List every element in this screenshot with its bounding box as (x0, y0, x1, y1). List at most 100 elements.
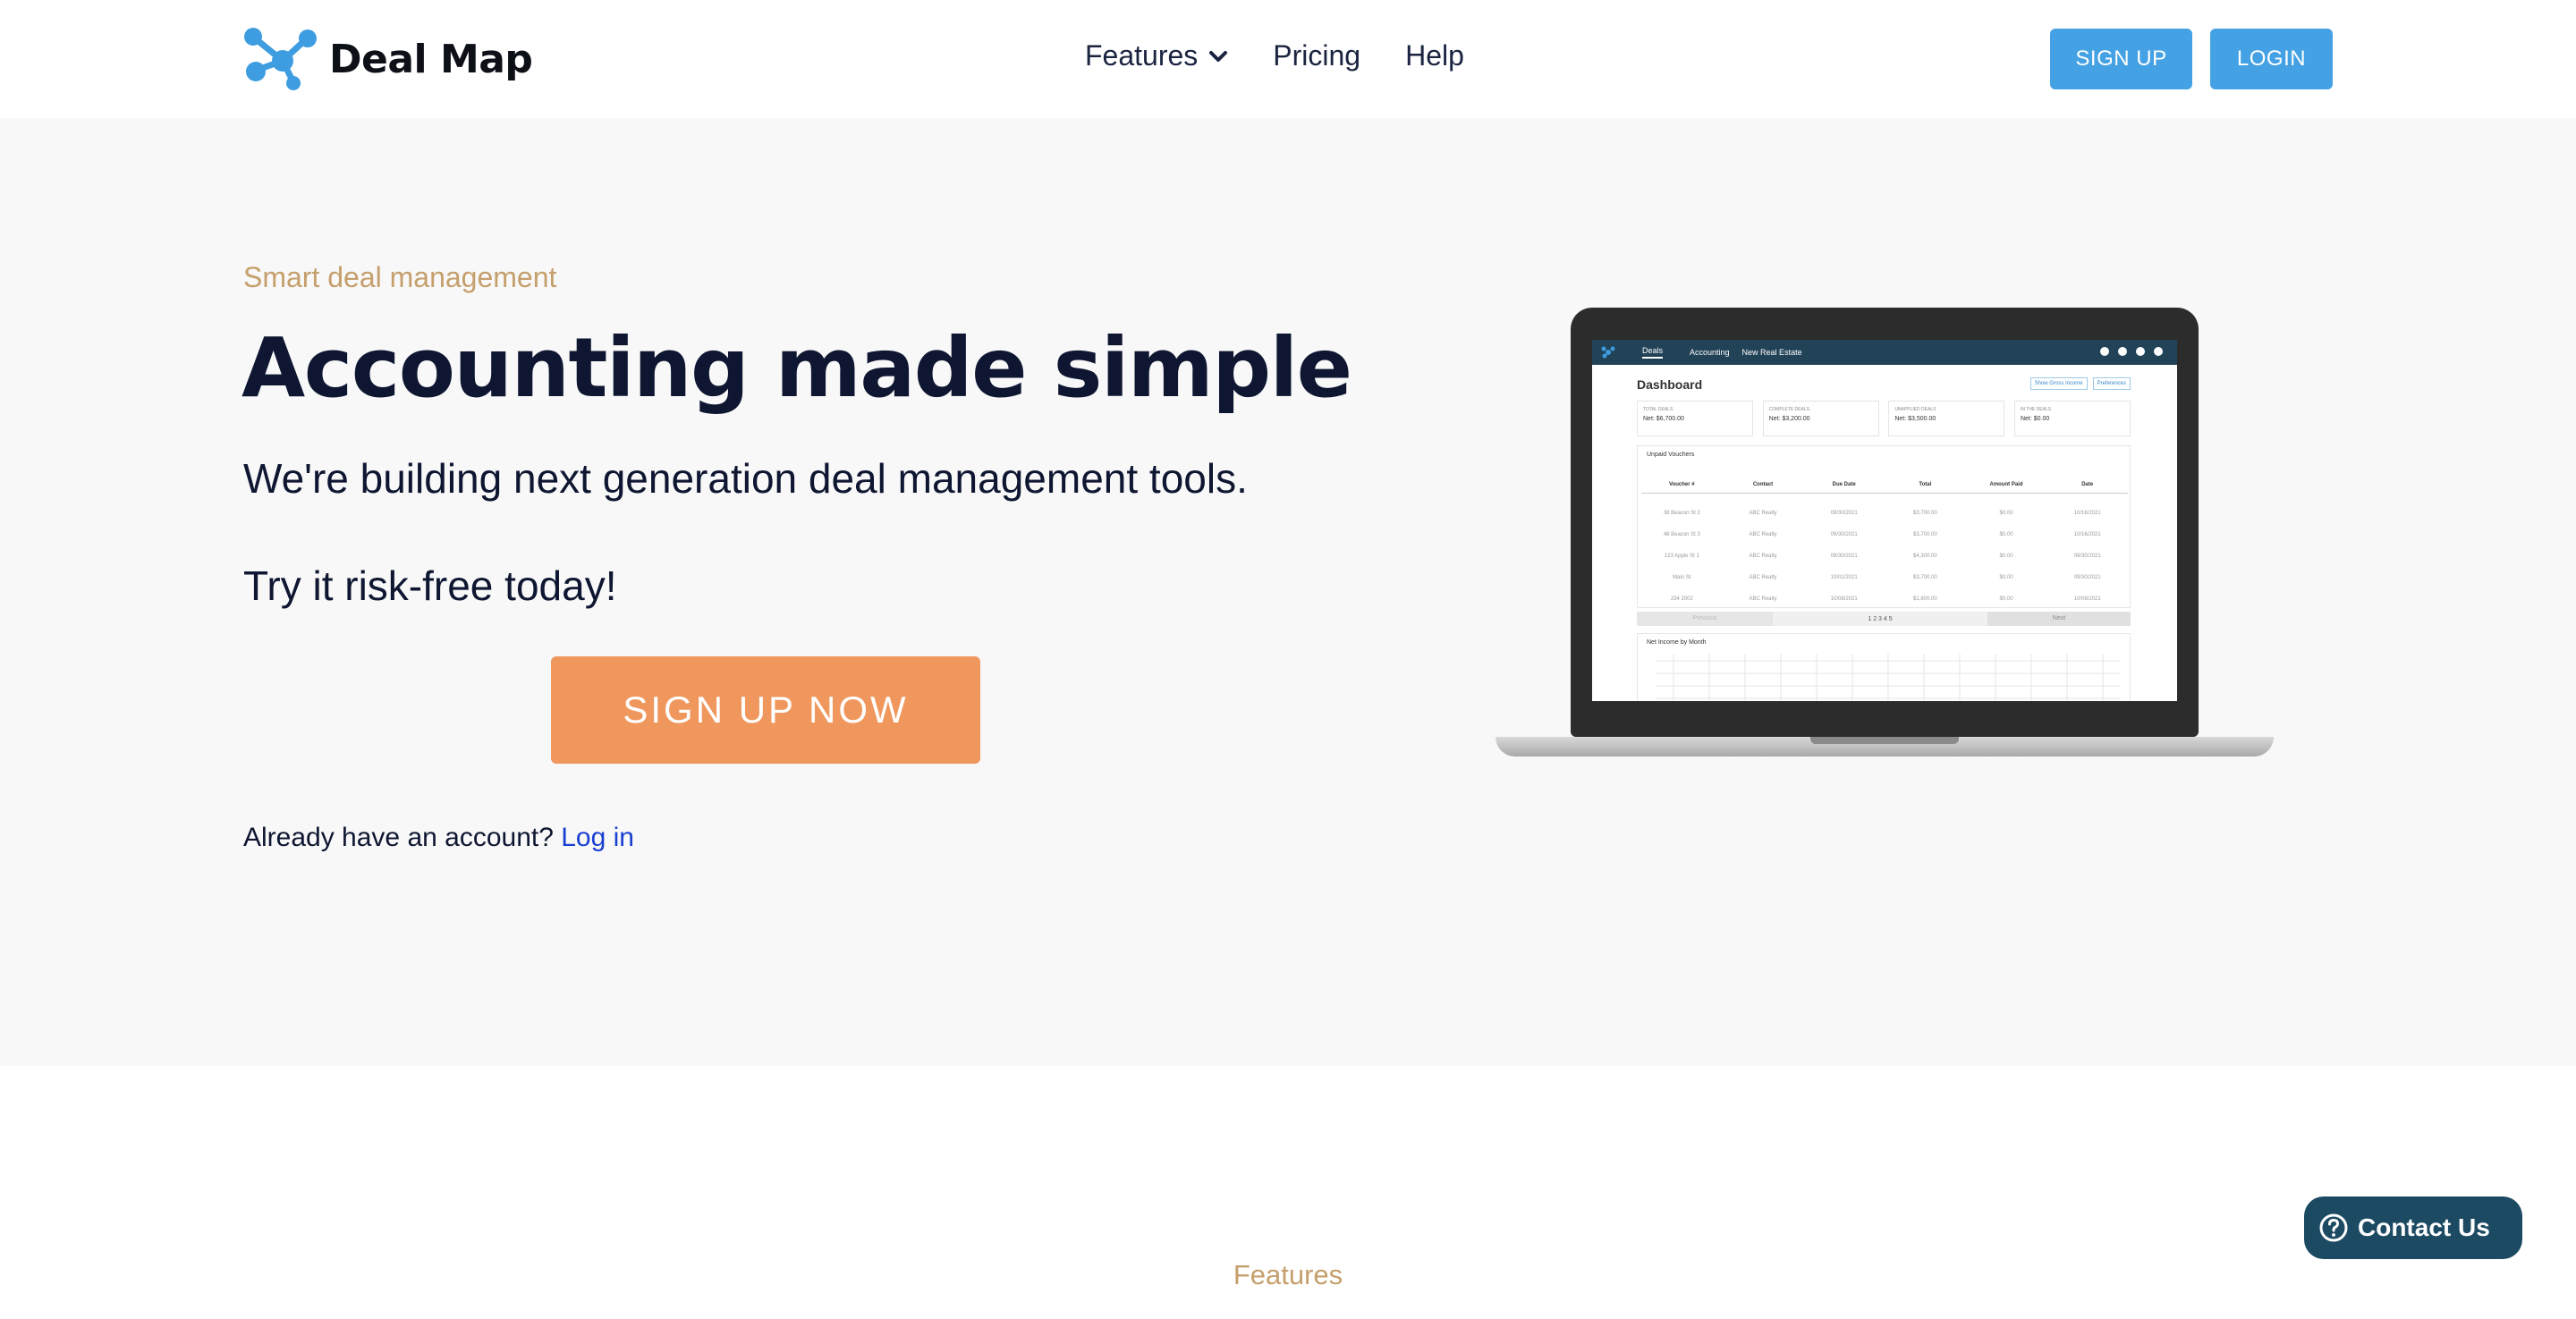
app-col-header: Amount Paid (1989, 482, 2023, 487)
signup-now-button[interactable]: SIGN UP NOW (551, 656, 980, 764)
app-header-buttons: Show Gross Income Preferences (2025, 377, 2131, 390)
table-cell: 38 Beacon St 2 (1663, 511, 1700, 516)
account-prompt: Already have an account? Log in (243, 823, 634, 853)
table-cell: ABC Realty (1749, 554, 1777, 559)
table-row: 123 Apple St 1 ABC Realty 09/30/2021 $4,… (1641, 554, 2128, 559)
table-cell: ABC Realty (1749, 532, 1777, 537)
app-kpi-label: COMPLETE DEALS (1768, 407, 1809, 412)
app-kpi-label: IN THE DEALS (2020, 407, 2052, 412)
app-pager-previous: Previous (1637, 612, 1773, 626)
brand[interactable]: Deal Map (242, 27, 533, 91)
app-tab-accounting: Accounting (1690, 348, 1730, 357)
app-vouchers-title: Unpaid Vouchers (1647, 452, 1695, 458)
table-cell: $0.00 (1999, 554, 2013, 559)
table-cell: 09/30/2021 (2073, 575, 2101, 580)
app-kpi-card: IN THE DEALS Net: $0.00 (2013, 401, 2131, 436)
table-cell: $0.00 (1999, 575, 2013, 580)
table-row: 48 Beacon St 3 ABC Realty 09/30/2021 $3,… (1641, 532, 2128, 537)
table-cell: 10/16/2021 (2073, 511, 2101, 516)
nav-help-label: Help (1405, 39, 1464, 72)
app-header-icons (2091, 347, 2163, 356)
app-kpi-value: Net: $0.00 (2020, 416, 2050, 422)
app-vouchers-header: Voucher # Contact Due Date Total Amount … (1641, 482, 2128, 494)
table-cell: 10/16/2021 (2073, 532, 2101, 537)
table-cell: Main St (1673, 575, 1691, 580)
app-tab-new-real-estate: New Real Estate (1741, 348, 1802, 357)
table-cell: 09/30/2021 (2073, 554, 2101, 559)
app-chart-grid (1656, 654, 2121, 701)
nav-features[interactable]: Features (1085, 39, 1228, 72)
nav-pricing[interactable]: Pricing (1273, 39, 1360, 72)
app-kpi-label: UNAPPLIED DEALS (1894, 407, 1936, 412)
app-kpi-value: Net: $3,500.00 (1894, 416, 1936, 422)
table-cell: 10/01/2021 (1830, 575, 1858, 580)
app-bell-icon (2118, 347, 2127, 356)
app-kpi-label: TOTAL DEALS (1643, 407, 1674, 412)
nav-help[interactable]: Help (1405, 39, 1464, 72)
table-cell: $3,700.00 (1913, 532, 1937, 537)
contact-us-label: Contact Us (2358, 1213, 2490, 1241)
app-unpaid-vouchers-table: Unpaid Vouchers Voucher # Contact Due Da… (1637, 445, 2131, 608)
app-kpi-value: Net: $3,200.00 (1768, 416, 1810, 422)
login-button[interactable]: LOGIN (2210, 29, 2333, 89)
table-cell: ABC Realty (1749, 511, 1777, 516)
table-row: Main St ABC Realty 10/01/2021 $3,700.00 … (1641, 575, 2128, 580)
main-menu: Features Pricing Help (1085, 39, 1509, 72)
app-pager-next: Next (1987, 612, 2131, 626)
table-row: 38 Beacon St 2 ABC Realty 09/30/2021 $3,… (1641, 511, 2128, 516)
app-kpi-card: COMPLETE DEALS Net: $3,200.00 (1762, 401, 1879, 436)
app-pager-pages: 1 2 3 4 5 (1868, 615, 1893, 622)
app-top-bar: Deals Accounting New Real Estate (1592, 340, 2177, 365)
top-nav: Deal Map Features Pricing Help SIGN UP L… (0, 0, 2576, 118)
app-logo-icon (1601, 346, 1615, 359)
hero-eyebrow: Smart deal management (243, 261, 557, 293)
nav-features-label: Features (1085, 39, 1199, 72)
table-cell: ABC Realty (1749, 575, 1777, 580)
app-pagination: Previous 1 2 3 4 5 Next (1637, 612, 2131, 626)
table-cell: 10/08/2021 (1830, 596, 1858, 602)
app-preferences-button: Preferences (2092, 377, 2131, 390)
features-section-label: Features (1233, 1259, 1343, 1290)
hero-headline: Accounting made simple (242, 320, 1352, 416)
account-prompt-text: Already have an account? (243, 823, 554, 852)
app-plus-icon (2100, 347, 2109, 356)
table-cell: $3,700.00 (1913, 575, 1937, 580)
app-col-header: Total (1919, 482, 1932, 487)
app-col-header: Due Date (1832, 482, 1856, 487)
app-net-income-chart: Net Income by Month (1637, 633, 2131, 701)
deal-map-logo-icon (244, 28, 317, 90)
nav-pricing-label: Pricing (1273, 39, 1361, 72)
app-col-header: Date (2081, 482, 2094, 487)
table-cell: $0.00 (1999, 596, 2013, 602)
table-cell: $0.00 (1999, 511, 2013, 516)
app-dashboard-title: Dashboard (1637, 377, 1703, 392)
contact-us-button[interactable]: Contact Us (2304, 1196, 2522, 1259)
question-circle-icon (2319, 1213, 2348, 1242)
chevron-down-icon (1209, 50, 1228, 62)
laptop-mockup: Deals Accounting New Real Estate Dashboa… (1496, 308, 2274, 758)
hero-angled-edge (0, 939, 2576, 1064)
laptop-screen: Deals Accounting New Real Estate Dashboa… (1592, 340, 2177, 701)
signup-button[interactable]: SIGN UP (2050, 29, 2192, 89)
table-cell: 234 2002 (1670, 596, 1693, 602)
hero-subheadline: We're building next generation deal mana… (243, 455, 1248, 502)
table-cell: $0.00 (1999, 532, 2013, 537)
table-cell: 123 Apple St 1 (1664, 554, 1699, 559)
brand-name: Deal Map (329, 36, 533, 82)
table-cell: $4,300.00 (1913, 554, 1937, 559)
app-col-header: Voucher # (1669, 482, 1695, 487)
laptop-lid: Deals Accounting New Real Estate Dashboa… (1571, 308, 2199, 737)
login-link[interactable]: Log in (561, 823, 634, 852)
app-help-icon (2136, 347, 2145, 356)
app-gross-income-button: Show Gross Income (2029, 377, 2088, 390)
table-cell: 09/30/2021 (1830, 532, 1858, 537)
laptop-notch (1810, 737, 1959, 744)
app-kpi-value: Net: $6,700.00 (1643, 416, 1684, 422)
app-user-icon (2154, 347, 2163, 356)
table-cell: 48 Beacon St 3 (1663, 532, 1700, 537)
app-col-header: Contact (1752, 482, 1774, 487)
app-kpi-card: UNAPPLIED DEALS Net: $3,500.00 (1888, 401, 2005, 436)
table-cell: 10/08/2021 (2073, 596, 2101, 602)
table-cell: ABC Realty (1749, 596, 1777, 602)
hero-tagline: Try it risk-free today! (243, 562, 617, 609)
